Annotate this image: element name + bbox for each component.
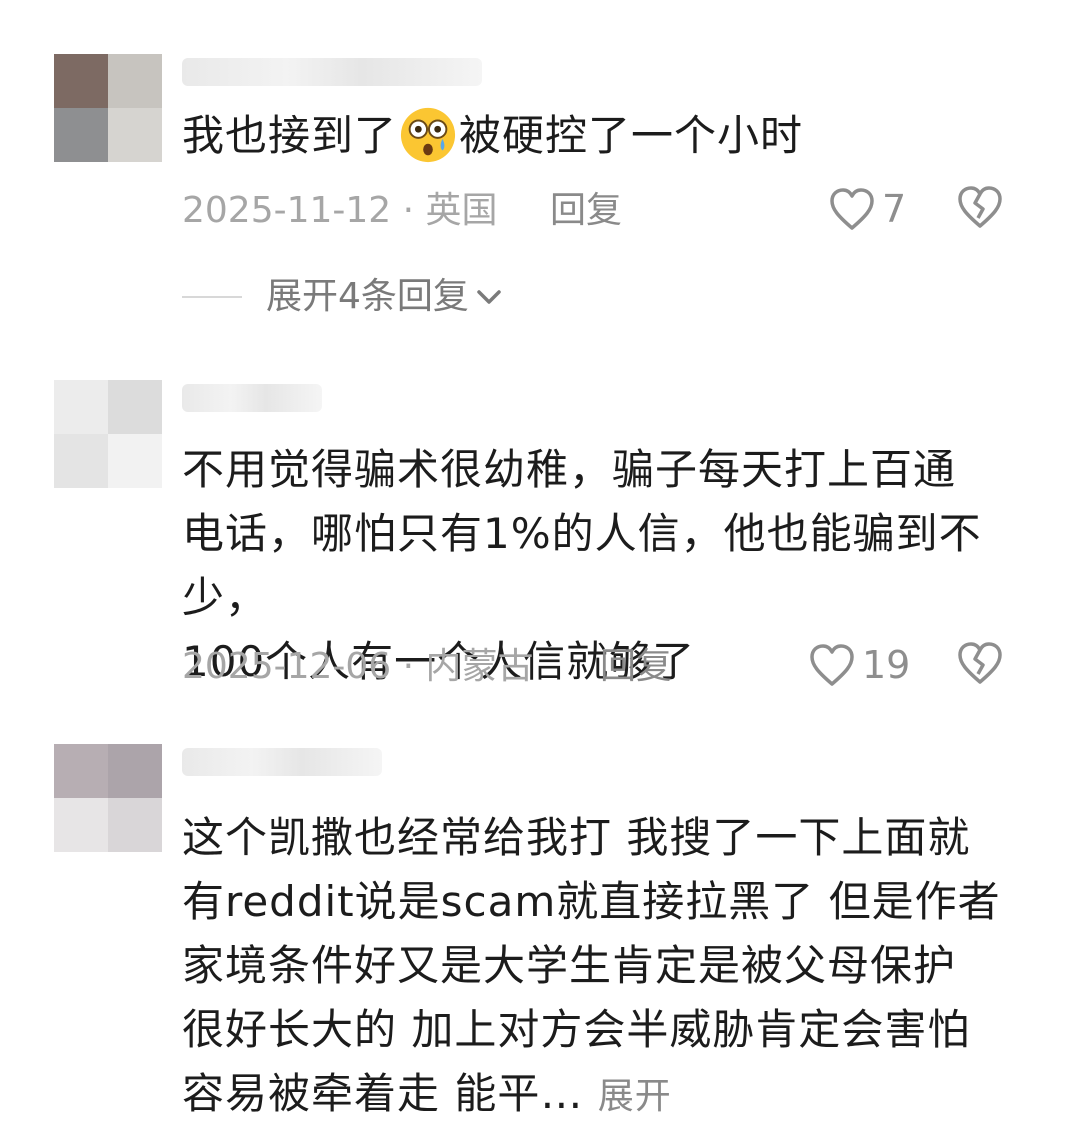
expand-text-button[interactable]: 展开: [598, 1076, 672, 1117]
divider-line: [182, 296, 242, 298]
username-blurred[interactable]: [182, 58, 482, 86]
comment-line: 这个凯撒也经常给我打 我搜了一下上面就: [182, 813, 971, 862]
comment-line: 有reddit说是scam就直接拉黑了 但是作者: [182, 877, 1001, 926]
comment-line: 很好长大的 加上对方会半威胁肯定会害怕: [182, 1005, 971, 1054]
chevron-down-icon: [477, 290, 501, 304]
username-blurred[interactable]: [182, 384, 322, 412]
comment-line: 家境条件好又是大学生肯定是被父母保护: [182, 941, 957, 990]
expand-replies-button[interactable]: 展开4条回复: [182, 272, 503, 322]
reply-button[interactable]: 回复: [600, 642, 672, 692]
reply-button[interactable]: 回复: [550, 186, 622, 236]
avatar[interactable]: [54, 54, 162, 162]
broken-heart-outline-icon[interactable]: [956, 184, 1004, 230]
comment-line-text: 容易被牵着走 能平…: [182, 1069, 584, 1118]
comment-meta: 2025-11-12 · 英国 回复 7: [182, 186, 1062, 236]
comment-meta: 2025-12-06 · 内蒙古 回复 19: [182, 642, 1062, 692]
like-button[interactable]: 19: [808, 640, 910, 690]
like-count: 19: [862, 643, 911, 687]
comment-line: 电话，哪怕只有1%的人信，他也能骗到不少，: [182, 509, 982, 622]
avatar[interactable]: [54, 744, 162, 852]
comment-text: 我也接到了 被硬控了一个小时: [182, 104, 1062, 168]
heart-outline-icon: [830, 188, 874, 230]
like-count: 7: [882, 187, 907, 231]
heart-outline-icon: [810, 644, 854, 686]
comment-line: 容易被牵着走 能平… 展开: [182, 1062, 1062, 1129]
astonished-face-emoji: [400, 107, 456, 162]
broken-heart-outline-icon[interactable]: [956, 640, 1004, 686]
expand-replies-label: 展开4条回复: [266, 276, 469, 317]
comment-text: 这个凯撒也经常给我打 我搜了一下上面就 有reddit说是scam就直接拉黑了 …: [182, 806, 1062, 1129]
time-location: 2025-11-12 · 英国: [182, 190, 498, 231]
time-location: 2025-12-06 · 内蒙古: [182, 646, 534, 687]
username-blurred[interactable]: [182, 748, 382, 776]
avatar[interactable]: [54, 380, 162, 488]
like-button[interactable]: 7: [828, 184, 906, 234]
comment-line: 不用觉得骗术很幼稚，骗子每天打上百通: [182, 445, 957, 494]
